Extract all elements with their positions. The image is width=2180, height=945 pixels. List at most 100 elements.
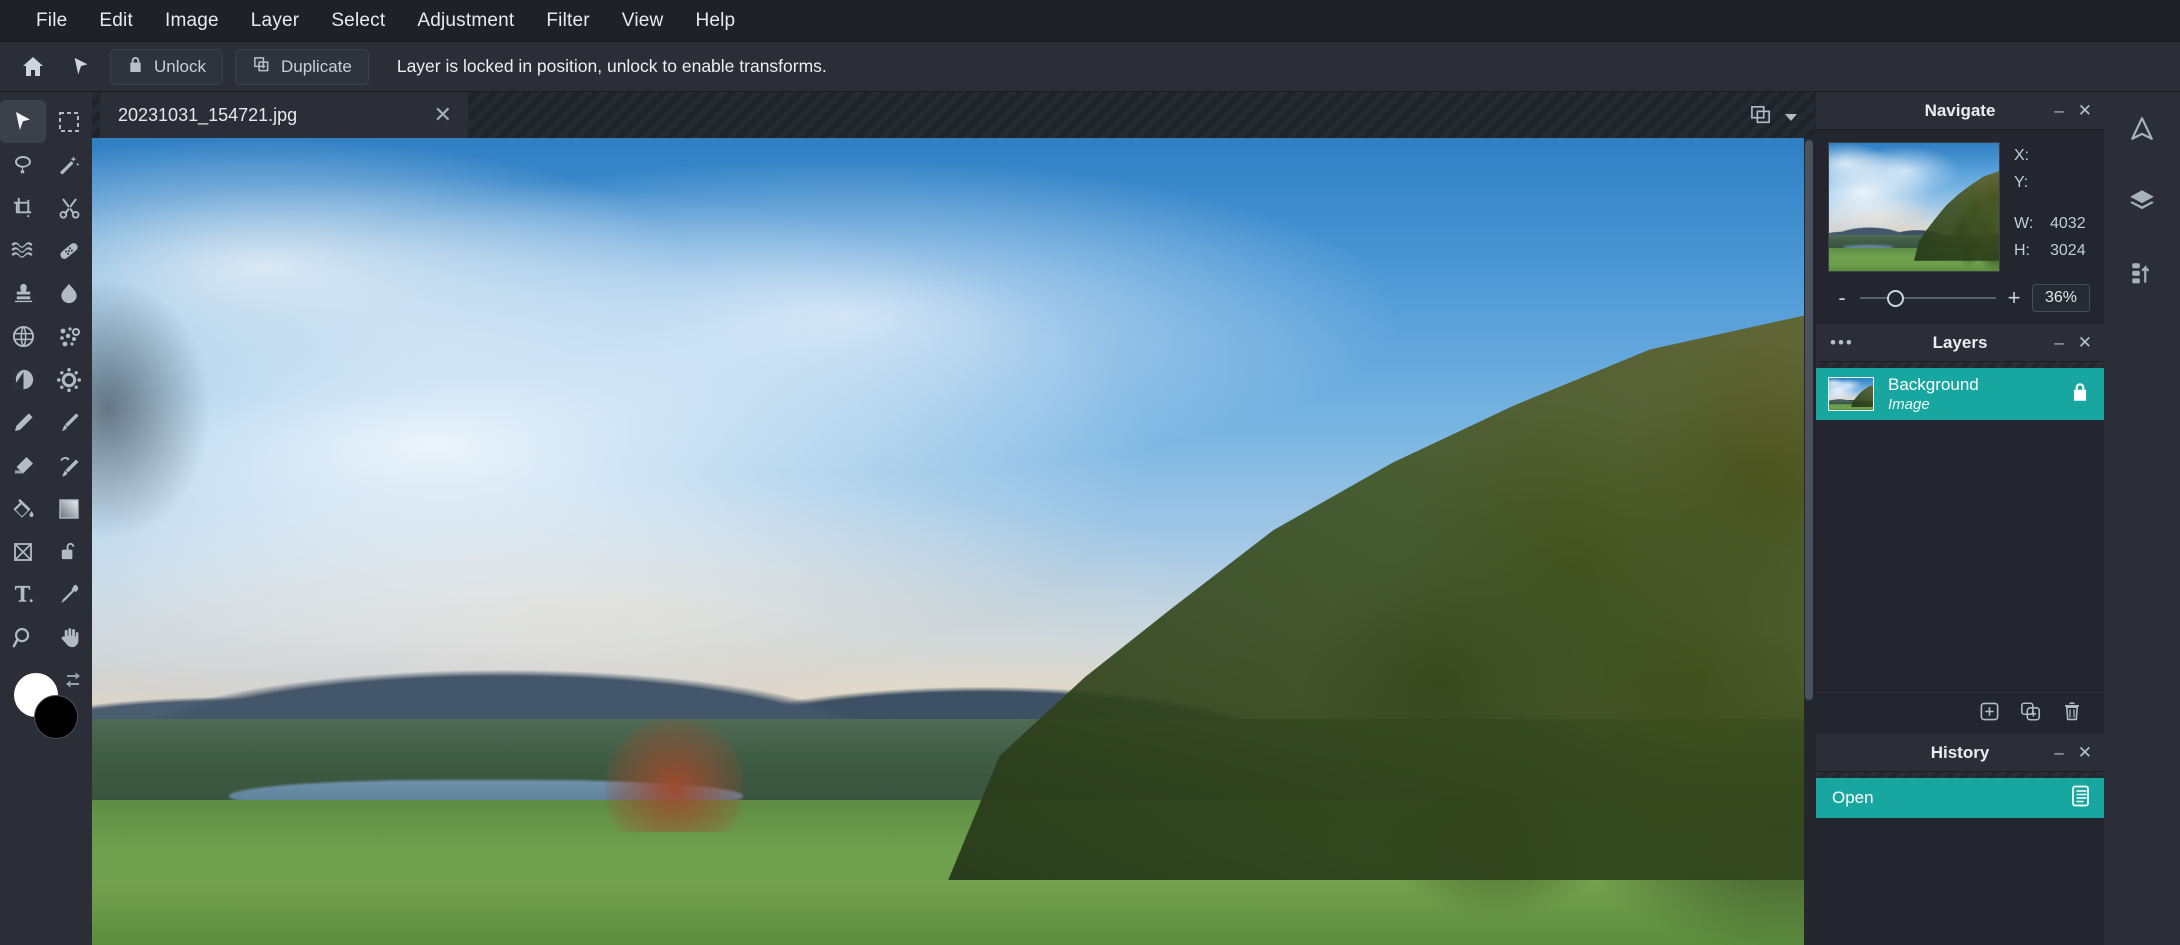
history-entry-open[interactable]: Open (1816, 778, 2104, 818)
layers-list-empty-area[interactable] (1816, 420, 2104, 692)
duplicate-button[interactable]: Duplicate (235, 49, 369, 85)
close-icon[interactable]: ✕ (2078, 101, 2092, 121)
smudge-brush-icon[interactable] (46, 444, 92, 487)
sun-gear-icon[interactable] (46, 358, 92, 401)
zoom-slider[interactable] (1860, 288, 1996, 308)
text-t-icon[interactable] (0, 573, 46, 616)
navigator-thumbnail[interactable] (1828, 142, 2000, 272)
more-options-icon[interactable]: ••• (1830, 333, 1854, 353)
minimize-icon[interactable]: – (2054, 333, 2063, 353)
eraser-icon[interactable] (0, 444, 46, 487)
open-padlock-icon[interactable] (46, 530, 92, 573)
history-panel-header: History – ✕ (1816, 734, 2104, 772)
add-layer-icon[interactable] (1979, 701, 2000, 727)
paint-bucket-icon[interactable] (0, 487, 46, 530)
magic-wand-icon[interactable] (46, 143, 92, 186)
menu-item-select[interactable]: Select (315, 4, 401, 38)
marquee-icon[interactable] (46, 100, 92, 143)
navigate-panel-title: Navigate (1925, 101, 1996, 121)
gradient-icon[interactable] (46, 487, 92, 530)
bandage-icon[interactable] (46, 229, 92, 272)
scissors-icon[interactable] (46, 186, 92, 229)
tab-20231031-154721-jpg[interactable]: 20231031_154721.jpg ✕ (100, 92, 468, 138)
magnifier-icon[interactable] (0, 616, 46, 659)
history-panel-title: History (1931, 743, 1990, 763)
globe-grid-icon[interactable] (0, 315, 46, 358)
menu-item-layer[interactable]: Layer (235, 4, 316, 38)
canvas-image[interactable] (92, 138, 1804, 945)
duplicate-layer-icon[interactable] (2020, 701, 2042, 727)
menu-bar: File Edit Image Layer Select Adjustment … (0, 0, 2180, 42)
close-icon[interactable]: ✕ (2078, 743, 2092, 763)
color-swatches (0, 669, 92, 749)
hand-icon[interactable] (46, 616, 92, 659)
navigate-panel-body: X: Y: W: 4032 H: 3024 (1816, 130, 2104, 278)
menu-item-filter[interactable]: Filter (530, 4, 605, 38)
navigator-y-row: Y: (2014, 169, 2094, 196)
navigate-panel-header: Navigate – ✕ (1816, 92, 2104, 130)
menu-item-view[interactable]: View (606, 4, 680, 38)
tab-title: 20231031_154721.jpg (118, 105, 297, 126)
layers-panel-header: ••• Layers – ✕ (1816, 324, 2104, 362)
zoom-slider-track (1860, 297, 1996, 299)
menu-item-adjustment[interactable]: Adjustment (401, 4, 530, 38)
navigator-y-label: Y: (2014, 169, 2040, 196)
history-entry-label: Open (1832, 788, 1874, 808)
layer-thumbnail (1828, 377, 1874, 411)
tab-bar-controls (1750, 105, 1814, 138)
context-toolbar: Unlock Duplicate Layer is locked in posi… (0, 42, 2180, 92)
right-icon-rail (2104, 92, 2180, 945)
menu-item-file[interactable]: File (20, 4, 83, 38)
zoom-slider-knob[interactable] (1887, 290, 1904, 307)
half-circle-icon[interactable] (0, 358, 46, 401)
history-list-icon[interactable] (2119, 250, 2165, 296)
lock-icon (127, 55, 144, 79)
swap-colors-icon[interactable] (62, 669, 84, 696)
move-tool[interactable] (0, 100, 46, 143)
navigator-w-value: 4032 (2050, 210, 2086, 237)
navigator-h-label: H: (2014, 237, 2040, 264)
pointer-icon[interactable] (62, 48, 100, 86)
navigate-arrow-icon[interactable] (2119, 106, 2165, 152)
arrange-windows-icon[interactable] (1750, 105, 1772, 130)
menu-item-image[interactable]: Image (149, 4, 235, 38)
unlock-button[interactable]: Unlock (110, 49, 223, 85)
close-icon[interactable]: ✕ (434, 104, 452, 126)
zoom-out-button[interactable]: - (1834, 285, 1850, 311)
status-message: Layer is locked in position, unlock to e… (397, 56, 827, 77)
lock-icon[interactable] (2070, 381, 2090, 408)
eyedropper-icon[interactable] (46, 573, 92, 616)
layer-name: Background (1888, 375, 2056, 395)
zoom-level-value[interactable]: 36% (2032, 284, 2090, 312)
waves-icon[interactable] (0, 229, 46, 272)
canvas-scrollbar-thumb[interactable] (1805, 140, 1813, 700)
menu-item-edit[interactable]: Edit (83, 4, 149, 38)
layers-panel-footer (1816, 692, 2104, 734)
crossed-box-icon[interactable] (0, 530, 46, 573)
tab-bar: 20231031_154721.jpg ✕ (92, 92, 1814, 138)
chevron-down-icon[interactable] (1784, 109, 1798, 127)
background-color-swatch[interactable] (34, 695, 78, 739)
crop-icon[interactable] (0, 186, 46, 229)
pencil-icon[interactable] (0, 401, 46, 444)
droplet-icon[interactable] (46, 272, 92, 315)
minimize-icon[interactable]: – (2054, 743, 2063, 763)
layers-stack-icon[interactable] (2119, 178, 2165, 224)
home-icon[interactable] (14, 48, 52, 86)
layer-row-background[interactable]: Background Image (1816, 368, 2104, 420)
navigator-readout: X: Y: W: 4032 H: 3024 (2014, 142, 2094, 272)
stamp-icon[interactable] (0, 272, 46, 315)
trash-icon[interactable] (2062, 700, 2082, 727)
lasso-icon[interactable] (0, 143, 46, 186)
menu-item-help[interactable]: Help (679, 4, 751, 38)
zoom-control-row: - + 36% (1816, 278, 2104, 324)
duplicate-button-label: Duplicate (281, 57, 352, 77)
particles-icon[interactable] (46, 315, 92, 358)
minimize-icon[interactable]: – (2054, 101, 2063, 121)
close-icon[interactable]: ✕ (2078, 333, 2092, 353)
canvas-vertical-scrollbar[interactable] (1804, 138, 1814, 945)
paintbrush-icon[interactable] (46, 401, 92, 444)
zoom-in-button[interactable]: + (2006, 285, 2022, 311)
document-icon (2071, 785, 2090, 812)
canvas-area[interactable] (92, 138, 1814, 945)
